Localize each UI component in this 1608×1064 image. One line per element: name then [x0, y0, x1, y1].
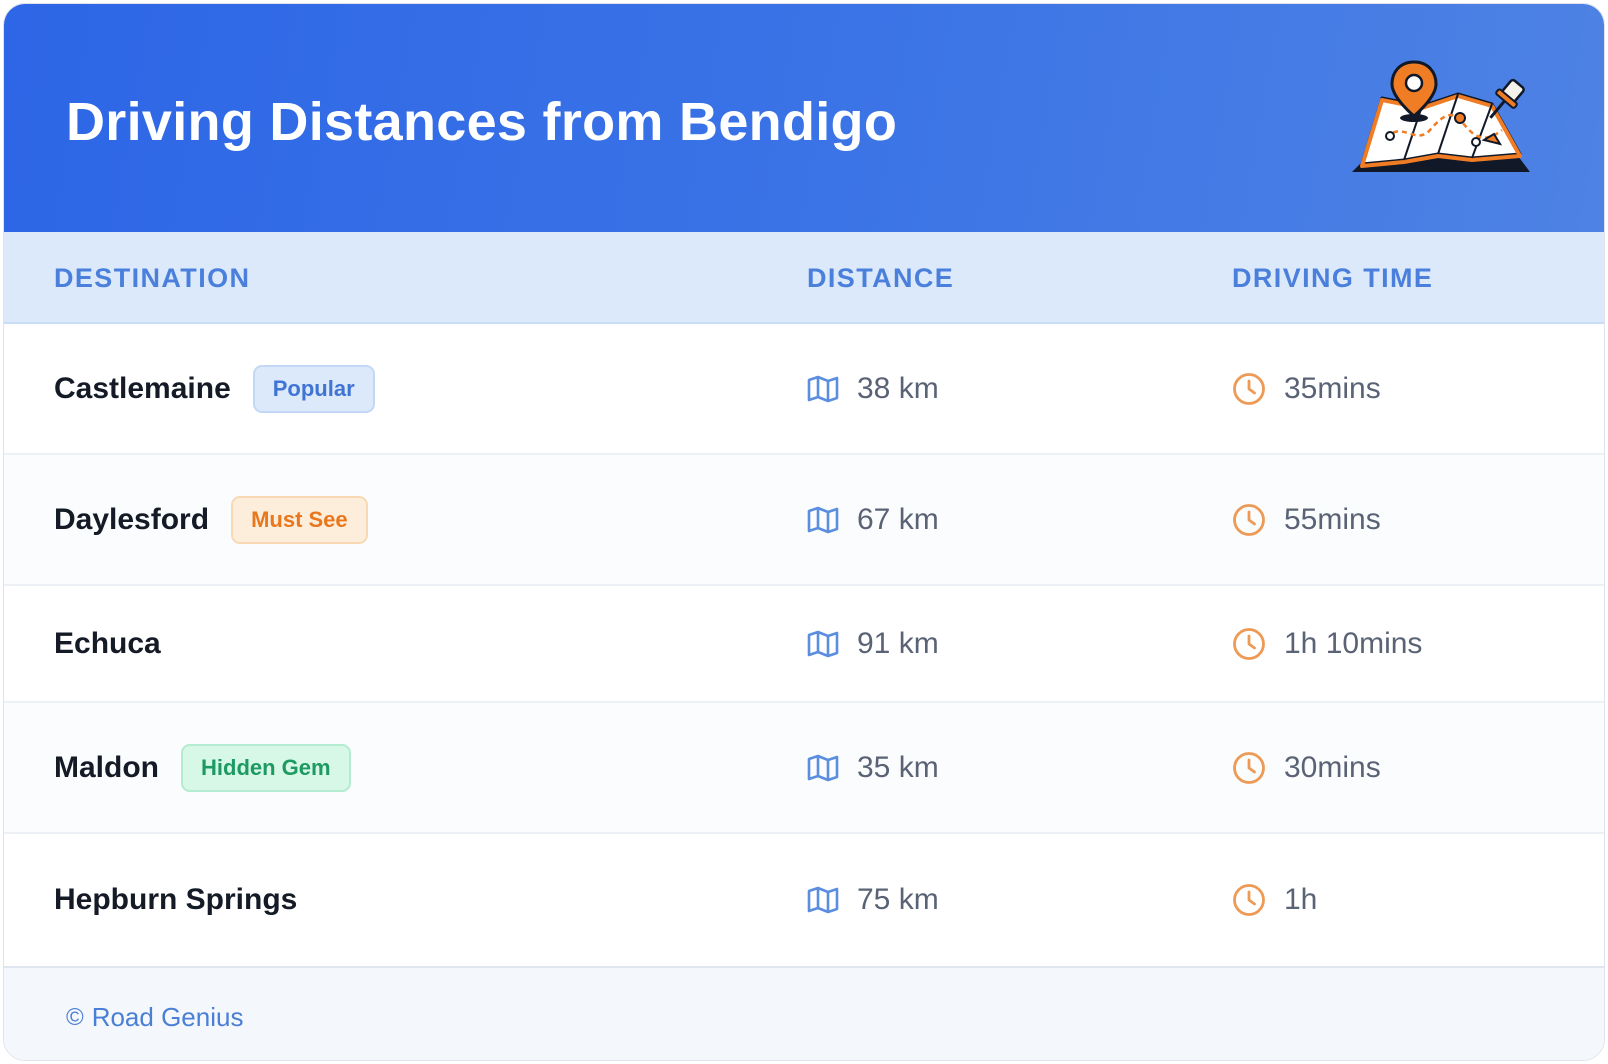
destination-name: Daylesford: [54, 502, 210, 536]
time-value: 1h 10mins: [1284, 626, 1423, 660]
clock-icon: [1232, 627, 1266, 661]
status-badge: Must See: [231, 495, 368, 544]
table-row[interactable]: Echuca 91 km 1h 10mins: [4, 586, 1604, 703]
destination-cell: Daylesford Must See: [54, 495, 368, 544]
copyright-icon: ©: [66, 1003, 84, 1031]
map-icon: [807, 630, 839, 658]
time-value: 35mins: [1284, 371, 1381, 405]
distance-value: 38 km: [857, 371, 939, 405]
time-cell: 30mins: [1232, 751, 1381, 785]
card-footer: © Road Genius: [4, 966, 1604, 1060]
destination-name: Echuca: [54, 626, 161, 660]
time-value: 55mins: [1284, 502, 1381, 536]
distance-cell: 38 km: [807, 372, 939, 406]
table-row[interactable]: Daylesford Must See 67 km 55mins: [4, 455, 1604, 586]
map-icon: [807, 375, 839, 403]
page-title: Driving Distances from Bendigo: [66, 92, 898, 152]
distance-card: Driving Distances from Bendigo DESTINATI: [3, 3, 1605, 1061]
table-row[interactable]: Maldon Hidden Gem 35 km 30mins: [4, 703, 1604, 834]
destination-name: Maldon: [54, 750, 159, 784]
destination-cell: Echuca: [54, 627, 161, 661]
distance-value: 35 km: [857, 750, 939, 784]
table-row[interactable]: Hepburn Springs 75 km 1h: [4, 834, 1604, 966]
time-cell: 55mins: [1232, 503, 1381, 537]
table-header: DESTINATION DISTANCE DRIVING TIME: [4, 232, 1604, 324]
distance-value: 67 km: [857, 502, 939, 536]
footer-credit: © Road Genius: [66, 1002, 243, 1033]
clock-icon: [1232, 372, 1266, 406]
distance-cell: 75 km: [807, 883, 939, 917]
distance-cell: 35 km: [807, 751, 939, 785]
column-header-distance[interactable]: DISTANCE: [807, 262, 954, 294]
destination-name: Hepburn Springs: [54, 883, 298, 916]
map-icon: [807, 754, 839, 782]
map-icon: [807, 506, 839, 534]
clock-icon: [1232, 751, 1266, 785]
map-icon: [807, 886, 839, 914]
destination-cell: Hepburn Springs: [54, 883, 297, 917]
time-value: 30mins: [1284, 750, 1381, 784]
destination-cell: Castlemaine Popular: [54, 364, 375, 413]
clock-icon: [1232, 503, 1266, 537]
column-header-destination[interactable]: DESTINATION: [54, 262, 250, 294]
time-value: 1h: [1284, 883, 1318, 916]
destination-name: Castlemaine: [54, 371, 231, 405]
clock-icon: [1232, 883, 1266, 917]
distance-value: 75 km: [857, 883, 939, 916]
time-cell: 35mins: [1232, 372, 1381, 406]
card-header: Driving Distances from Bendigo: [4, 4, 1604, 232]
status-badge: Popular: [252, 364, 375, 413]
distance-cell: 91 km: [807, 627, 939, 661]
map-illustration-icon: [1352, 60, 1530, 172]
credit-link[interactable]: Road Genius: [92, 1002, 244, 1033]
time-cell: 1h 10mins: [1232, 627, 1422, 661]
destination-cell: Maldon Hidden Gem: [54, 743, 351, 792]
distance-cell: 67 km: [807, 503, 939, 537]
table-row[interactable]: Castlemaine Popular 38 km 35mins: [4, 324, 1604, 455]
distance-value: 91 km: [857, 626, 939, 660]
status-badge: Hidden Gem: [181, 743, 351, 792]
time-cell: 1h: [1232, 883, 1317, 917]
column-header-driving-time[interactable]: DRIVING TIME: [1232, 262, 1433, 294]
